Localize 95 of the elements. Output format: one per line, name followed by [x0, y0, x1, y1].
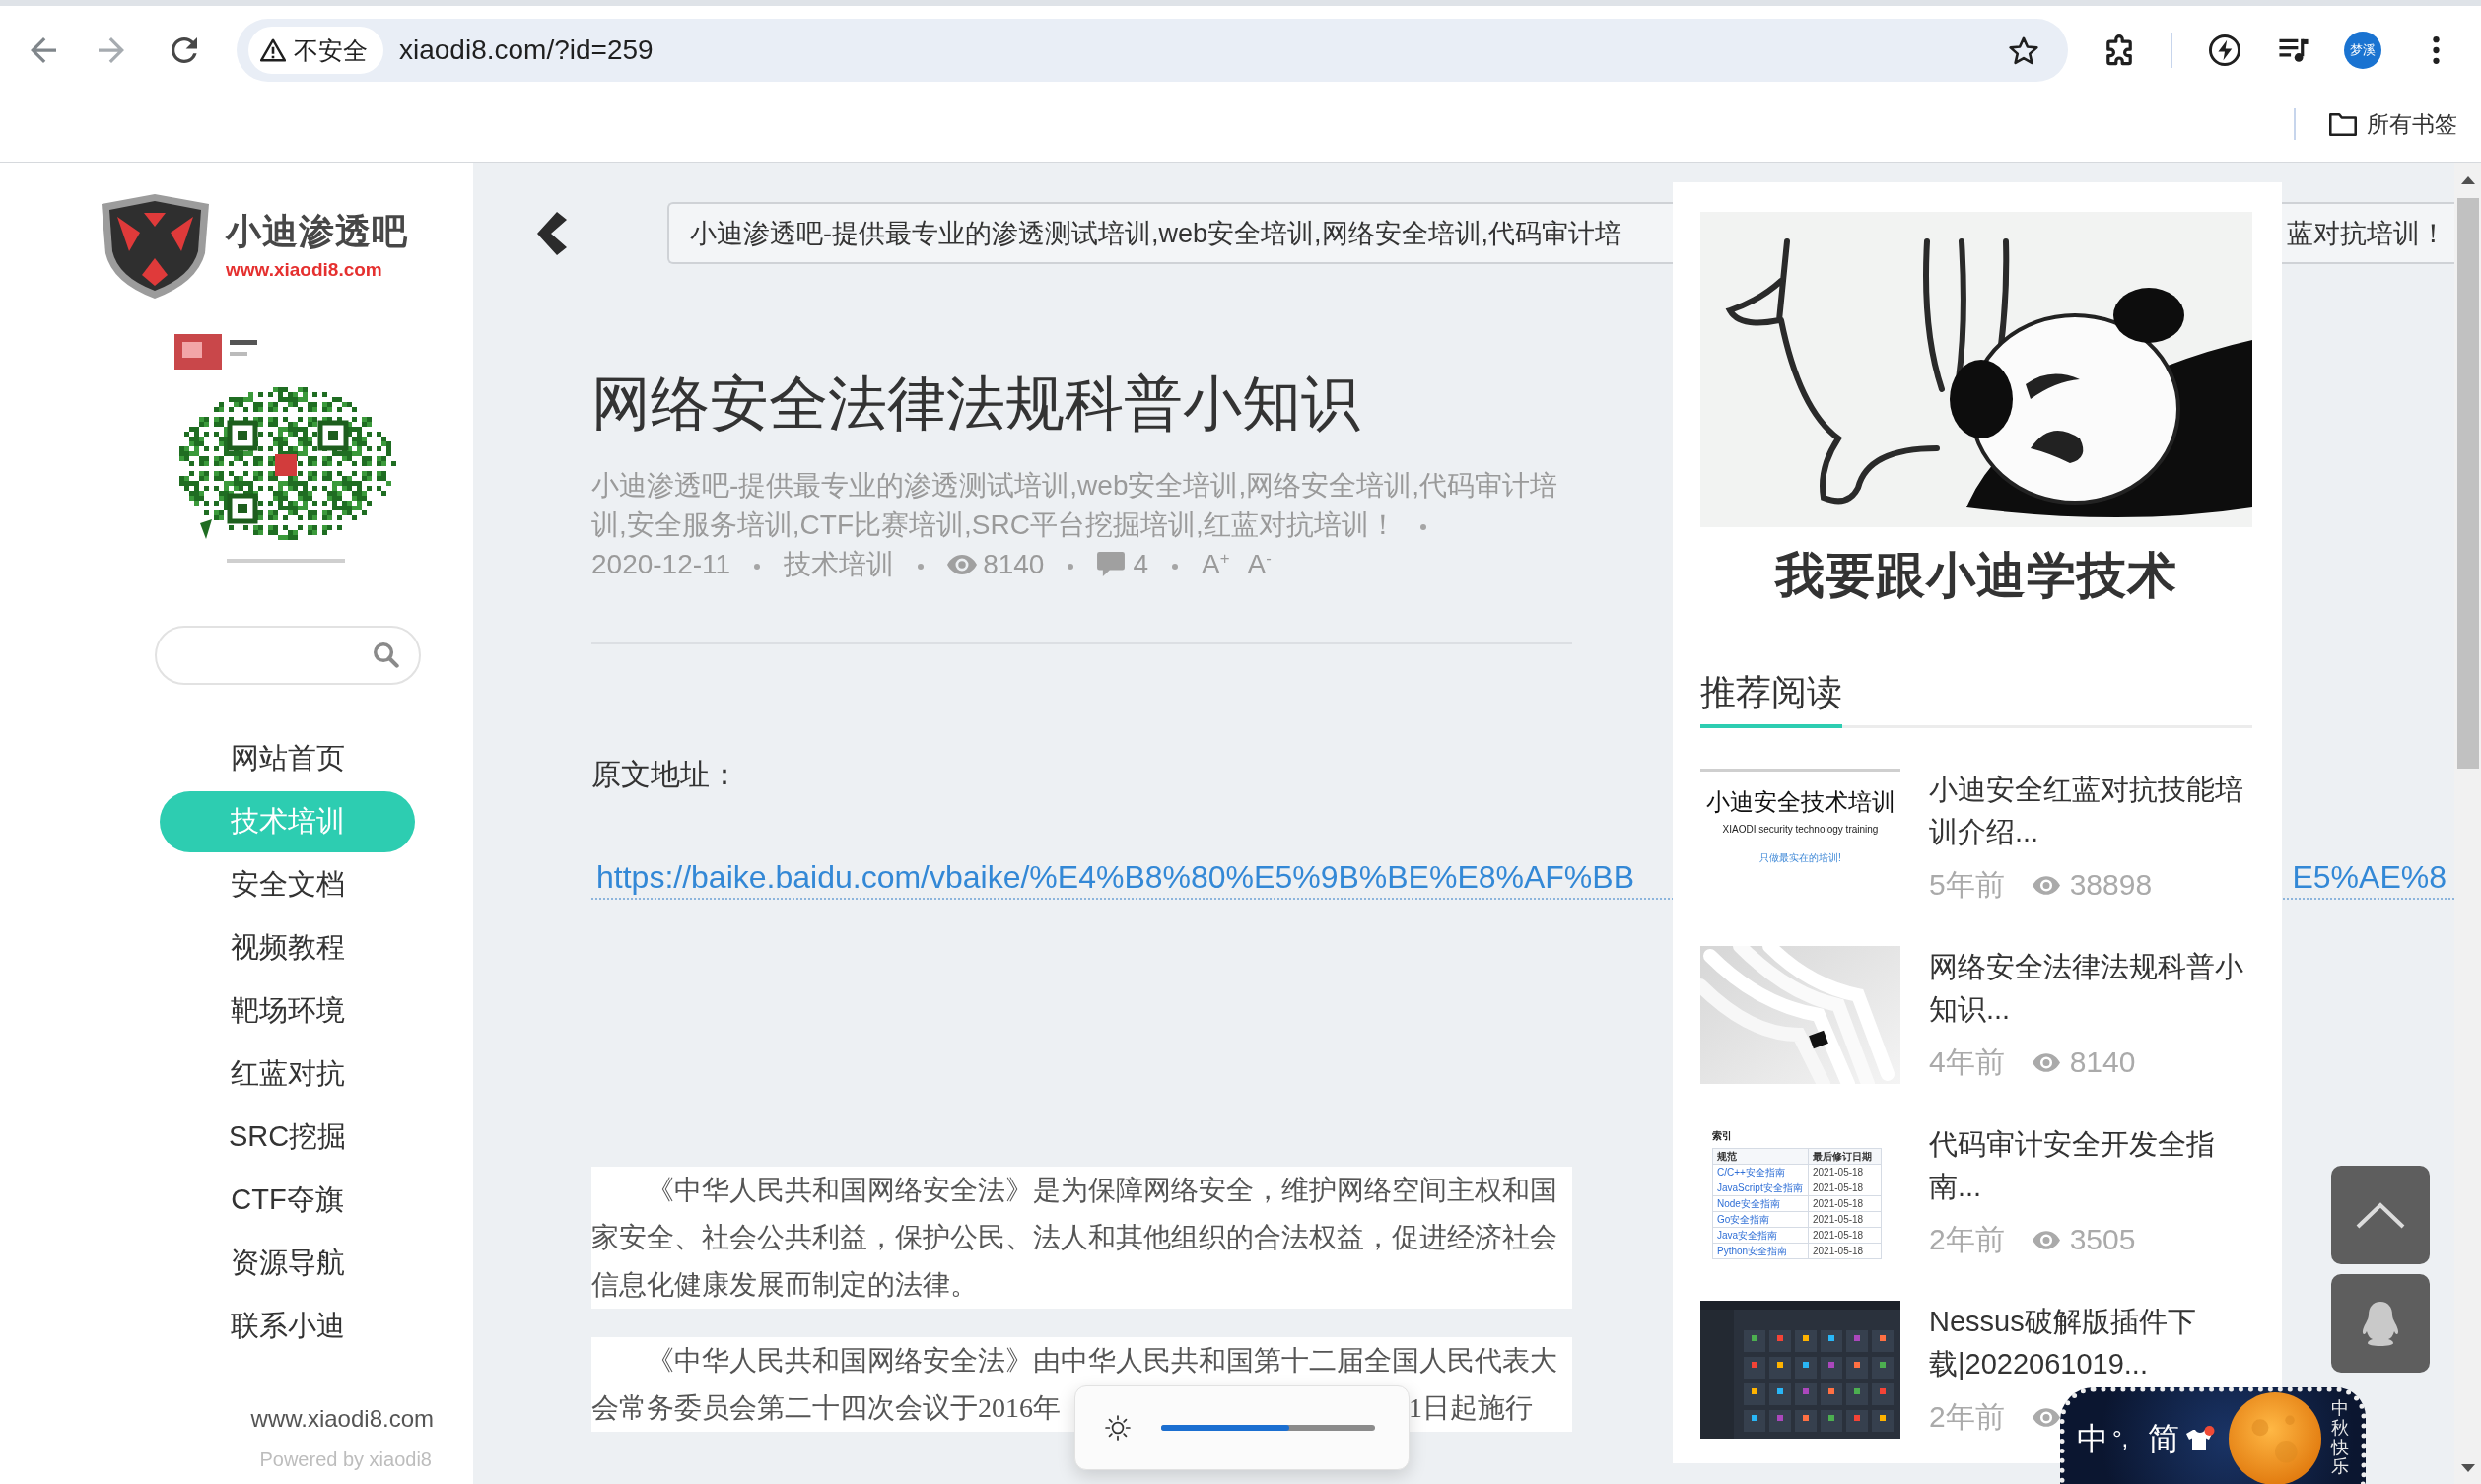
festival-text: 中秋快乐	[2331, 1398, 2350, 1478]
nav-item[interactable]: 红蓝对抗	[160, 1044, 415, 1105]
banner-title: 小迪安全技术培训	[1705, 787, 1895, 817]
address-bar[interactable]: 不安全 xiaodi8.com/?id=259	[237, 19, 2068, 82]
section-heading: 推荐阅读	[1700, 671, 1842, 728]
comment-icon	[1097, 552, 1126, 576]
star-icon[interactable]	[2009, 35, 2038, 65]
eye-icon	[2032, 1230, 2060, 1249]
column-header: 规范	[1713, 1149, 1809, 1165]
chat-button[interactable]	[2331, 1274, 2430, 1373]
back-arrow-icon[interactable]	[31, 37, 56, 63]
triangle-up-icon[interactable]	[2460, 176, 2475, 184]
table-cell: Go安全指南	[1713, 1212, 1809, 1228]
table-heading: 索引	[1712, 1130, 1732, 1142]
nav-item[interactable]: CTF夺旗	[160, 1170, 415, 1231]
security-chip[interactable]: 不安全	[248, 27, 383, 74]
table-cell: 2021-05-18	[1809, 1196, 1882, 1212]
table-cell: 2021-05-18	[1809, 1228, 1882, 1244]
nav-item[interactable]: 网站首页	[160, 728, 415, 789]
nav-item[interactable]: 视频教程	[160, 917, 415, 978]
lightning-circle-icon[interactable]	[2209, 34, 2240, 66]
nav-item[interactable]: SRC挖掘	[160, 1107, 415, 1168]
post-age: 5年前	[1929, 867, 2005, 903]
eye-icon	[947, 555, 978, 574]
notice-text: 蓝对抗培训！	[2287, 217, 2447, 250]
table-cell: 2021-05-18	[1809, 1180, 1882, 1196]
table-cell: C/C++安全指南	[1713, 1165, 1809, 1180]
image-caption: 我要跟小迪学技术	[1775, 547, 2177, 604]
chevron-left-icon[interactable]	[537, 211, 567, 255]
view-count: 8140	[983, 549, 1045, 579]
recommended-title[interactable]: 网络安全法律法规科普小知识...	[1929, 946, 2246, 1031]
table-cell: 2021-05-18	[1809, 1165, 1882, 1180]
penguin-icon	[2361, 1300, 2400, 1347]
logo-url: www.xiaodi8.com	[226, 258, 382, 282]
paragraph-text: 《中华人民共和国网络安全法》由中华人民共和国第十二届全国人民代表大	[646, 1344, 1558, 1378]
all-bookmarks-button[interactable]: 所有书签	[2329, 108, 2457, 140]
view-count: 3505	[2069, 1222, 2136, 1257]
playlist-icon[interactable]	[2278, 36, 2309, 64]
script-mode-label[interactable]: 简	[2148, 1420, 2180, 1456]
post-age: 2年前	[1929, 1222, 2005, 1257]
search-field[interactable]	[155, 626, 421, 685]
recommended-title[interactable]: Nessus破解版插件下载|2022061019...	[1929, 1301, 2246, 1385]
url-text[interactable]: xiaodi8.com/?id=259	[399, 34, 654, 66]
menu-icon[interactable]	[2433, 36, 2440, 64]
puzzle-piece-icon[interactable]	[2103, 34, 2135, 66]
source-label: 原文地址：	[591, 757, 740, 792]
nav-item[interactable]: 资源导航	[160, 1233, 415, 1294]
article-title: 网络安全法律法规科普小知识	[591, 370, 1361, 438]
view-count: 8140	[2069, 1045, 2136, 1080]
table-cell: Python安全指南	[1713, 1244, 1809, 1259]
paragraph-text: 会常务委员会第二十四次会议于2016年	[591, 1391, 1061, 1425]
reload-icon[interactable]	[172, 37, 197, 63]
shirt-icon[interactable]	[2185, 1426, 2216, 1450]
warning-icon	[260, 38, 286, 62]
brightness-slider[interactable]	[1161, 1425, 1375, 1431]
recommended-title[interactable]: 小迪安全红蓝对抗技能培训介绍...	[1929, 769, 2246, 853]
folder-icon	[2329, 112, 2357, 136]
table-cell: 2021-05-18	[1809, 1212, 1882, 1228]
notice-text: 小迪渗透吧-提供最专业的渗透测试培训,web安全培训,网络安全培训,代码审计培	[690, 217, 1622, 250]
eye-icon	[2032, 1407, 2060, 1427]
table-cell: Java安全指南	[1713, 1228, 1809, 1244]
shield-logo-icon	[99, 192, 212, 301]
banner-subtitle: XIAODI security technology training	[1722, 823, 1879, 836]
post-age: 4年前	[1929, 1045, 2005, 1080]
view-count: 38898	[2069, 867, 2153, 903]
sun-icon	[1105, 1415, 1131, 1441]
table-cell: 2021-05-18	[1809, 1244, 1882, 1259]
eye-icon	[2032, 1052, 2060, 1072]
search-icon[interactable]	[374, 642, 399, 668]
input-mode-label[interactable]: 中	[2077, 1420, 2108, 1456]
scroll-top-button[interactable]	[2331, 1166, 2430, 1264]
article-date: 2020-12-11	[591, 549, 731, 579]
recommended-title[interactable]: 代码审计安全开发全指南...	[1929, 1123, 2246, 1208]
post-age: 2年前	[1929, 1399, 2005, 1435]
moon-icon	[2229, 1391, 2322, 1484]
table-cell: Node安全指南	[1713, 1196, 1809, 1212]
banner-slogan: 只做最实在的培训!	[1759, 851, 1841, 864]
table-cell: JavaScript安全指南	[1713, 1180, 1809, 1196]
footer-site: www.xiaodi8.com	[250, 1404, 434, 1434]
punctuation-mode-label[interactable]: °,	[2112, 1423, 2129, 1453]
chevron-up-icon	[2356, 1201, 2405, 1229]
comment-count: 4	[1133, 549, 1149, 579]
column-header: 最后修订日期	[1809, 1149, 1882, 1165]
logo-title: 小迪渗透吧	[226, 211, 408, 252]
article-paragraph: 《中华人民共和国网络安全法》是为保障网络安全，维护网络空间主权和国家安全、社会公共利益，保护公民、法人和其他组织的合法权益，促进经济社会信息化健康发展而制定的法律。	[591, 1167, 1572, 1309]
nav-item[interactable]: 安全文档	[160, 854, 415, 915]
eye-icon	[2032, 875, 2060, 895]
triangle-down-icon[interactable]	[2460, 1464, 2475, 1472]
powered-by-text: Powered by xiaodi8	[259, 1448, 432, 1471]
nav-item[interactable]: 靶场环境	[160, 980, 415, 1042]
paragraph-text: 1日起施行	[1409, 1391, 1533, 1425]
nav-item[interactable]: 联系小迪	[160, 1296, 415, 1357]
profile-avatar[interactable]: 梦溪	[2344, 32, 2381, 69]
scrollbar-thumb[interactable]	[2456, 198, 2479, 769]
article-description: 小迪渗透吧-提供最专业的渗透测试培训,web安全培训,网络安全培训,代码审计培训,安全服务培训,CTF比赛培训,SRC平台挖掘培训,红蓝对抗培训！	[591, 470, 1558, 540]
